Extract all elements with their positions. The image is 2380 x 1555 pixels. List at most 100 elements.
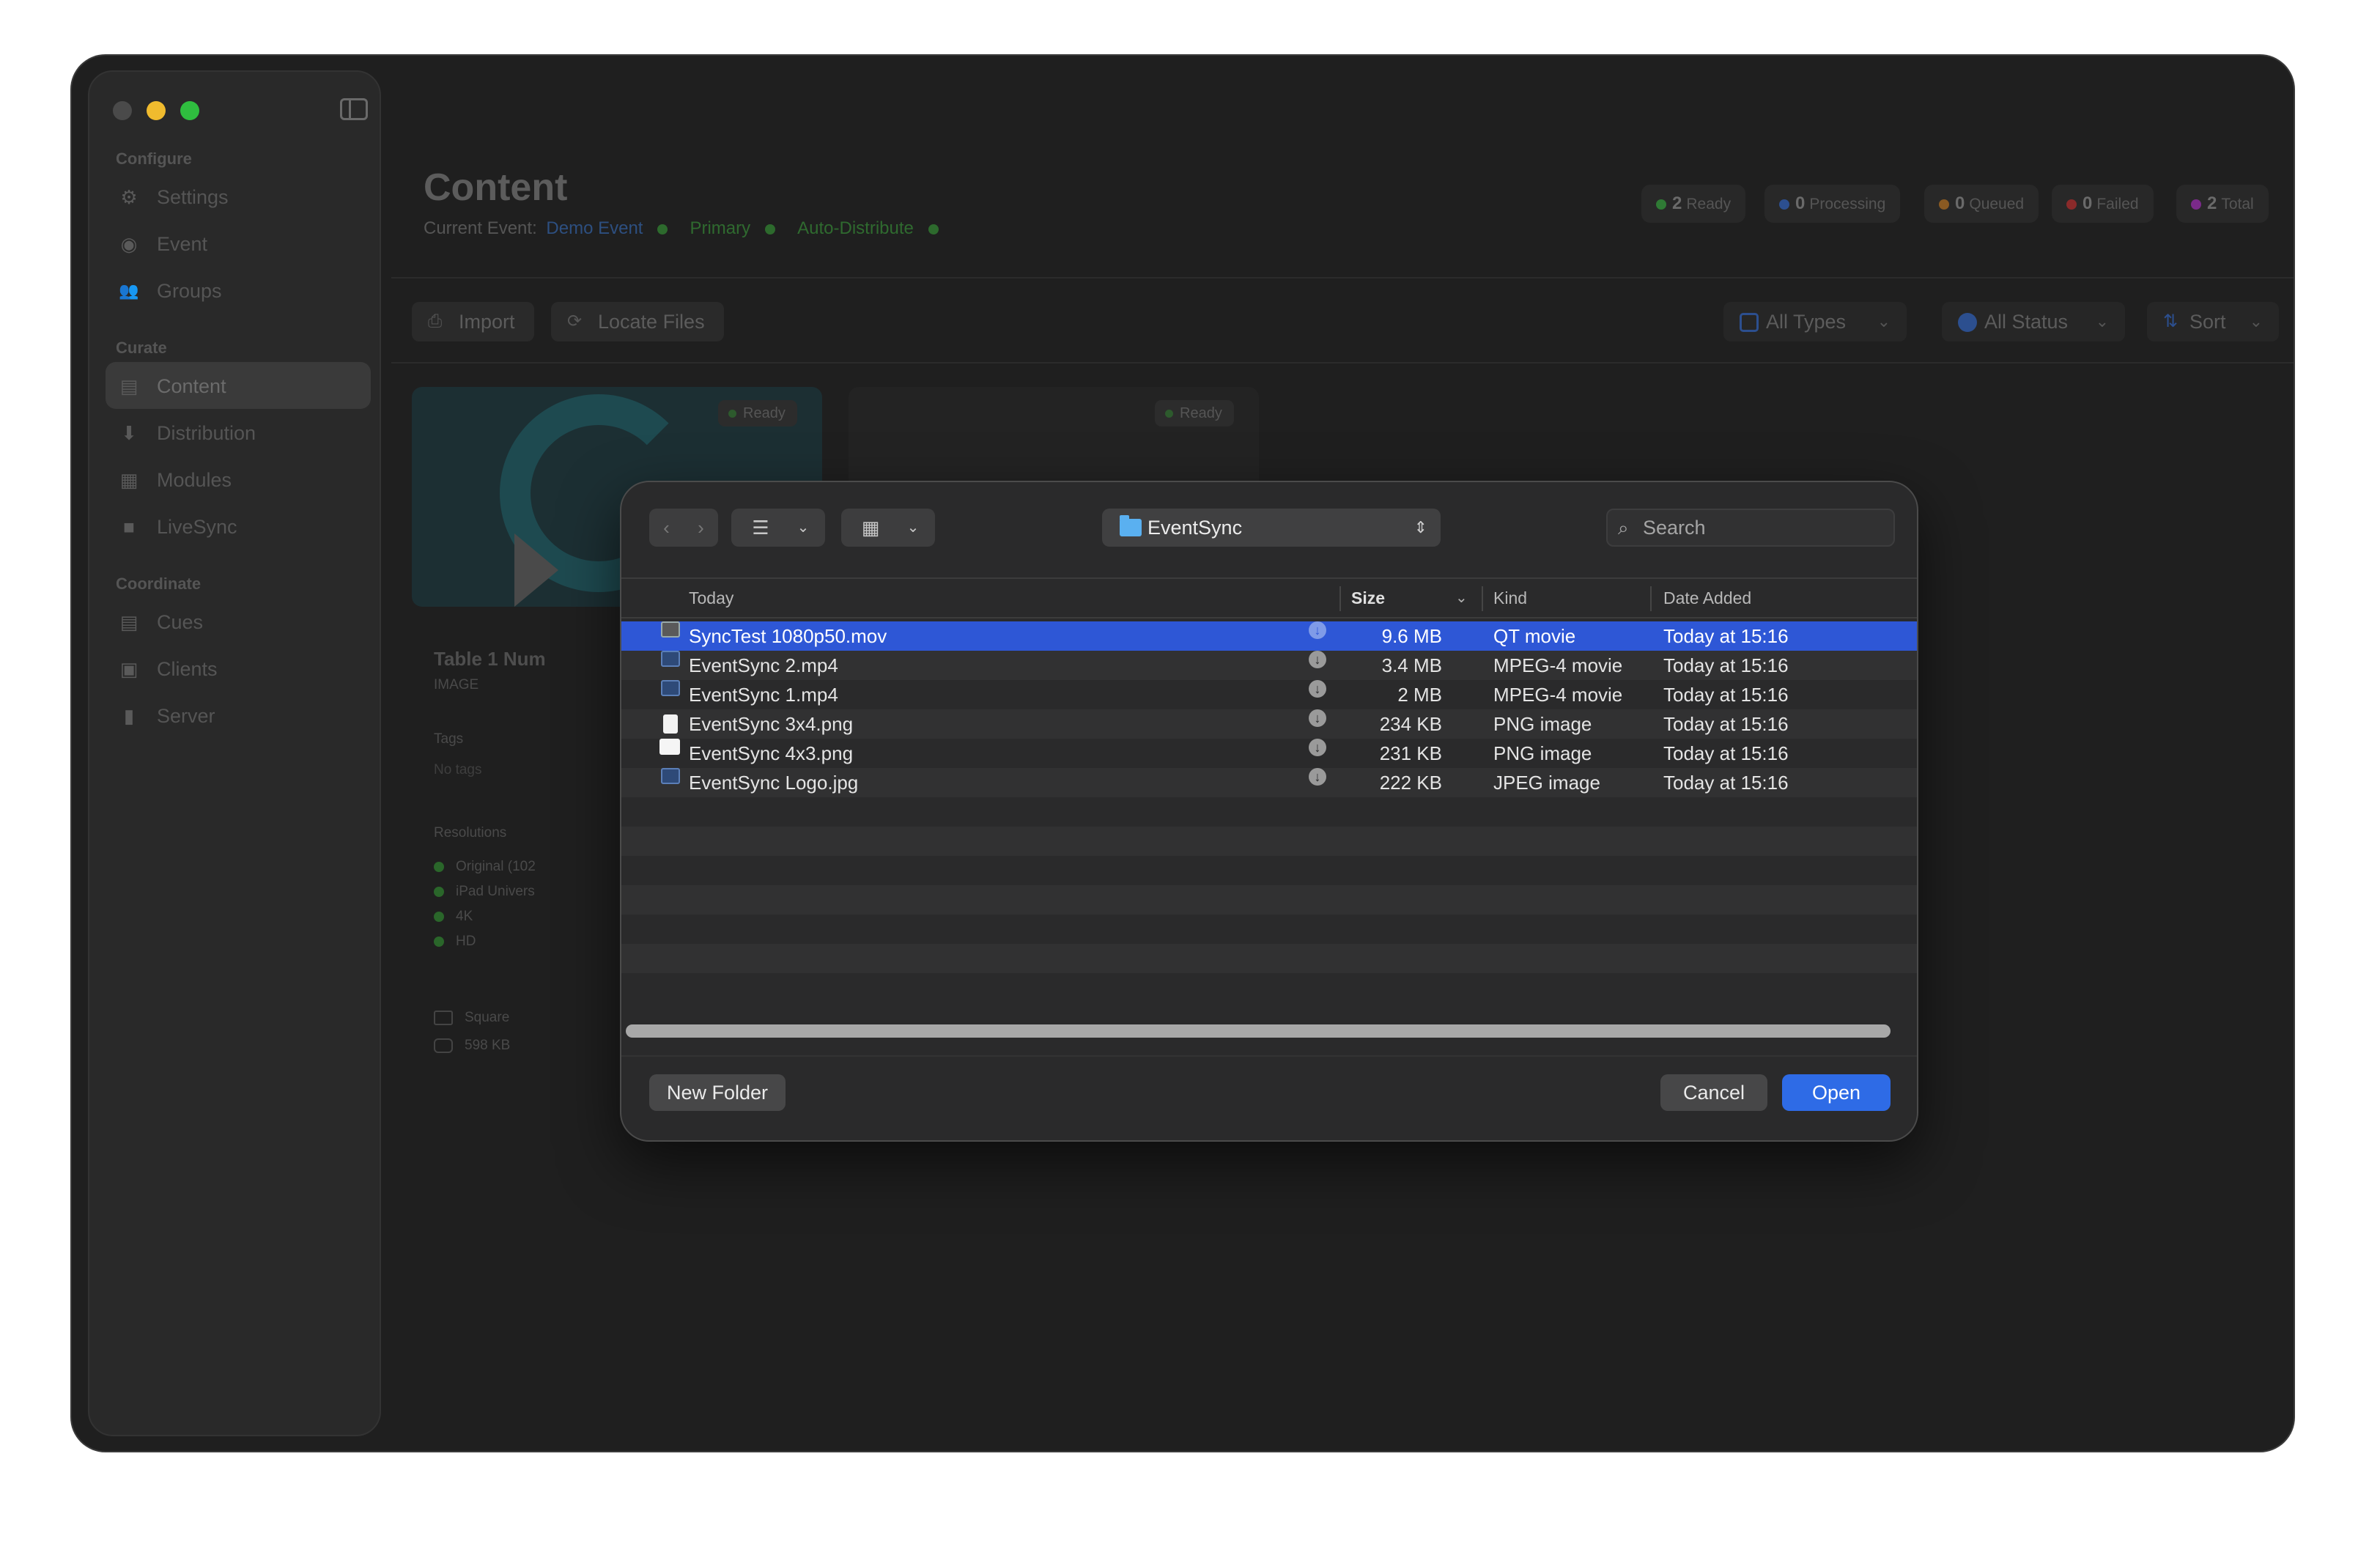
search-icon: ⌕ <box>1618 517 1629 539</box>
processing-dot <box>1779 199 1789 210</box>
file-row[interactable]: EventSync Logo.jpg ↓ 222 KB JPEG image T… <box>621 768 1917 797</box>
location-label: EventSync <box>1148 517 1243 539</box>
app-window: Configure ⚙ Settings ◉ Event 👥 Groups Cu… <box>72 56 2294 1451</box>
file-name: EventSync 3x4.png <box>689 713 854 735</box>
column-header-size[interactable]: Size <box>1351 579 1385 617</box>
empty-row <box>621 827 1917 856</box>
all-types-label: All Types <box>1766 311 1847 333</box>
sidebar-item-server[interactable]: ▮ Server <box>106 692 371 739</box>
back-chevron-icon[interactable]: ‹ <box>649 509 684 547</box>
empty-row <box>621 915 1917 944</box>
play-icon <box>514 533 558 607</box>
file-size: 231 KB <box>1379 742 1442 764</box>
close-window-button[interactable] <box>113 101 132 120</box>
empty-row <box>621 797 1917 827</box>
sidebar-item-cues[interactable]: ▤ Cues <box>106 598 371 645</box>
page-title: Content <box>424 166 568 209</box>
processing-count: 0 <box>1795 193 1806 213</box>
empty-row <box>621 856 1917 885</box>
import-label: Import <box>459 311 515 333</box>
open-button[interactable]: Open <box>1782 1074 1891 1111</box>
section-label-curate: Curate <box>116 339 167 357</box>
file-row[interactable]: EventSync 4x3.png ↓ 231 KB PNG image Tod… <box>621 739 1917 768</box>
sidebar-item-event[interactable]: ◉ Event <box>106 220 371 267</box>
sidebar: Configure ⚙ Settings ◉ Event 👥 Groups Cu… <box>88 70 381 1436</box>
list-view-icon: ☰ <box>752 517 769 539</box>
event-name-link[interactable]: Demo Event <box>546 218 643 238</box>
sidebar-item-livesync[interactable]: ■ LiveSync <box>106 503 371 550</box>
chevron-down-icon: ⌄ <box>797 520 810 536</box>
import-button[interactable]: ⎙ Import <box>412 302 534 341</box>
status-pill-processing: 0 Processing <box>1764 185 1901 223</box>
zoom-window-button[interactable] <box>180 101 199 120</box>
new-folder-button[interactable]: New Folder <box>649 1074 786 1111</box>
forward-chevron-icon[interactable]: › <box>684 509 718 547</box>
file-name: EventSync 2.mp4 <box>689 654 838 676</box>
horizontal-scrollbar[interactable] <box>626 1024 1891 1038</box>
file-kind: PNG image <box>1493 742 1592 764</box>
empty-row <box>621 973 1917 1002</box>
file-row[interactable]: EventSync 2.mp4 ↓ 3.4 MB MPEG-4 movie To… <box>621 651 1917 680</box>
locate-files-button[interactable]: ⟳ Locate Files <box>551 302 724 341</box>
file-row[interactable]: EventSync 1.mp4 ↓ 2 MB MPEG-4 movie Toda… <box>621 680 1917 709</box>
auto-distribute-status-dot <box>928 224 939 234</box>
cancel-button[interactable]: Cancel <box>1660 1074 1767 1111</box>
all-status-label: All Status <box>1984 311 2069 333</box>
chevron-down-icon: ⌄ <box>2095 312 2109 330</box>
toolbar-divider <box>391 362 2294 363</box>
ready-badge: Ready <box>1155 400 1234 426</box>
group-mode-button[interactable]: ▦ ⌄ <box>841 509 935 547</box>
location-popup[interactable]: EventSync ⇕ <box>1102 509 1441 547</box>
status-pill-failed: 0 Failed <box>2052 185 2154 223</box>
sidebar-item-modules[interactable]: ▦ Modules <box>106 456 371 503</box>
ready-badge: Ready <box>718 400 797 426</box>
file-name: EventSync Logo.jpg <box>689 772 859 794</box>
column-header-name[interactable]: Today <box>689 579 733 617</box>
up-down-chevron-icon: ⇕ <box>1413 518 1427 536</box>
column-divider <box>1339 586 1341 611</box>
chevron-down-icon: ⌄ <box>2249 312 2263 330</box>
file-row[interactable]: EventSync 3x4.png ↓ 234 KB PNG image Tod… <box>621 709 1917 739</box>
server-icon: ▮ <box>123 705 135 727</box>
sidebar-item-label: Settings <box>157 186 229 208</box>
sidebar-toggle-icon[interactable] <box>340 98 368 120</box>
search-placeholder: Search <box>1643 517 1706 539</box>
status-filter-icon <box>1958 313 1977 332</box>
sidebar-item-settings[interactable]: ⚙ Settings <box>106 173 371 220</box>
column-header-kind[interactable]: Kind <box>1493 579 1527 617</box>
movie-file-icon <box>661 621 680 638</box>
status-pill-total: 2 Total <box>2176 185 2269 223</box>
file-date: Today at 15:16 <box>1663 625 1789 647</box>
sidebar-item-clients[interactable]: ▣ Clients <box>106 645 371 692</box>
search-field[interactable]: ⌕ Search <box>1606 509 1895 547</box>
event-icon: ◉ <box>120 233 138 255</box>
failed-count: 0 <box>2082 193 2093 213</box>
tags-label: Tags <box>434 731 464 747</box>
minimize-window-button[interactable] <box>147 101 166 120</box>
column-header-date[interactable]: Date Added <box>1663 579 1751 617</box>
total-count: 2 <box>2207 193 2217 213</box>
camera-icon: ■ <box>123 516 135 538</box>
view-mode-button[interactable]: ☰ ⌄ <box>731 509 825 547</box>
event-status-dot <box>657 224 668 234</box>
open-file-dialog: ‹ › ☰ ⌄ ▦ ⌄ EventSync ⇕ ⌕ Search Today S… <box>620 481 1918 1142</box>
all-status-dropdown[interactable]: All Status ⌄ <box>1942 302 2125 341</box>
failed-label: Failed <box>2096 196 2139 213</box>
sidebar-item-distribution[interactable]: ⬇ Distribution <box>106 409 371 456</box>
primary-status-dot <box>765 224 776 234</box>
resolution-item: HD <box>434 934 476 950</box>
all-types-dropdown[interactable]: All Types ⌄ <box>1723 302 1907 341</box>
png-file-icon <box>663 714 678 734</box>
file-row[interactable]: SyncTest 1080p50.mov ↓ 9.6 MB QT movie T… <box>621 621 1917 651</box>
type-filter-icon <box>1740 313 1759 332</box>
nav-button-group: ‹ › <box>649 509 718 547</box>
column-divider <box>1482 586 1483 611</box>
sidebar-item-label: LiveSync <box>157 516 237 538</box>
sort-dropdown[interactable]: ⇅ Sort ⌄ <box>2147 302 2279 341</box>
shape-label: Square <box>465 1010 510 1025</box>
sidebar-item-groups[interactable]: 👥 Groups <box>106 267 371 314</box>
sidebar-item-content[interactable]: ▤ Content <box>106 362 371 409</box>
shape-row: Square <box>434 1010 509 1026</box>
ready-dot <box>1656 199 1666 210</box>
resolution-label: HD <box>456 934 476 949</box>
